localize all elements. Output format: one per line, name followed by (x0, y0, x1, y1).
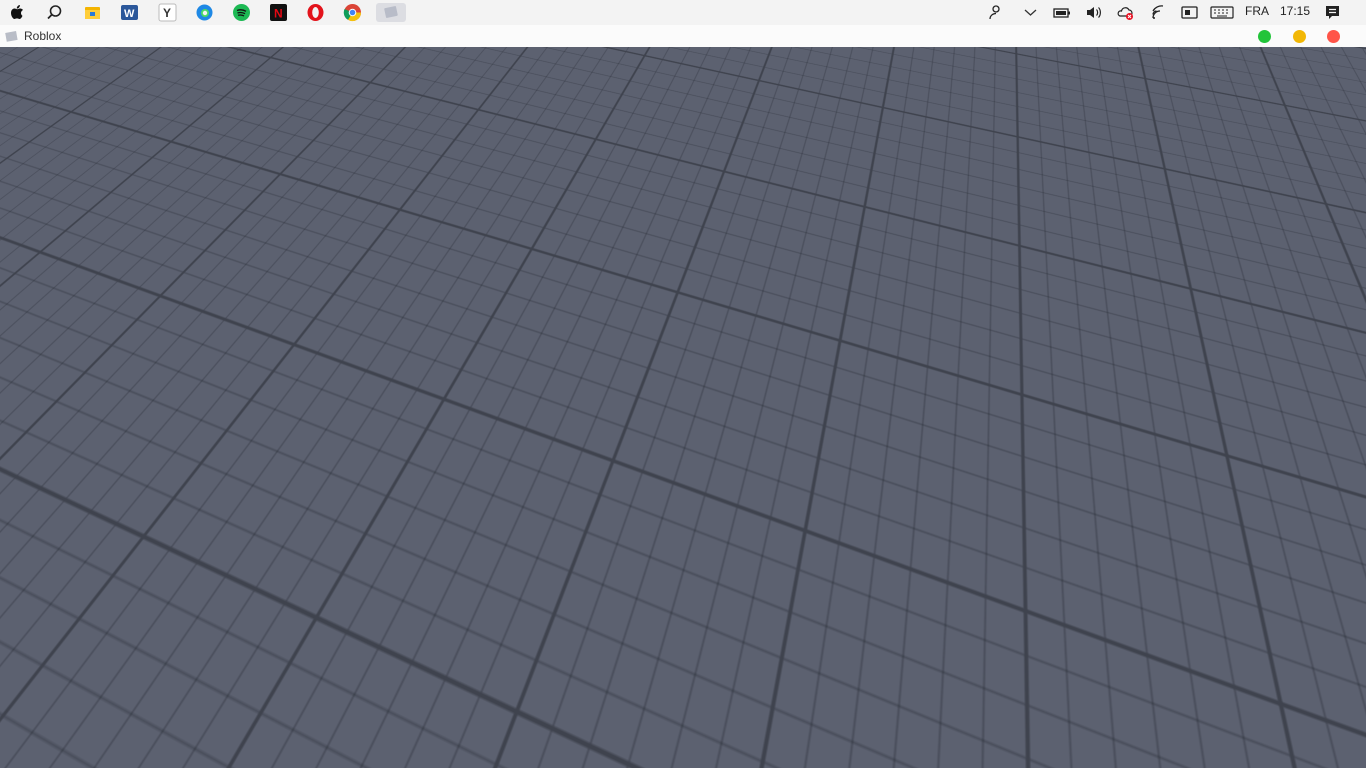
digit-9-button[interactable]: 9 (604, 554, 665, 581)
battery-icon (1052, 3, 1071, 22)
calculator-toggle-button[interactable]: Calculator (0, 80, 270, 142)
calculator-title: Calculator (590, 214, 726, 250)
roblox-taskbar-icon[interactable] (376, 3, 406, 22)
people-icon[interactable] (987, 3, 1006, 22)
negate-button[interactable]: - / + (Neg) (604, 591, 667, 620)
signature-text: Sidney (1151, 665, 1214, 686)
player-list-item[interactable]: zFlesh (1196, 128, 1361, 168)
digit-0-button[interactable]: 0 (454, 591, 515, 618)
player-list: boterflic5 zFlesh (1196, 88, 1361, 175)
hide-ui-button[interactable]: Hide UI (0, 561, 161, 602)
apple-icon[interactable] (8, 3, 27, 22)
result-display: 0.30000000000000004 (500, 328, 818, 363)
clock[interactable]: 17:15 (1280, 4, 1310, 18)
calculator-window: Calculator 0.2+0.1 0.30000000000000004 C… (434, 209, 880, 641)
digit-6-button[interactable]: 6 (604, 513, 665, 540)
yahoo-icon[interactable]: Y (158, 3, 177, 22)
minimize-button[interactable] (1293, 30, 1306, 43)
keyboard-icon[interactable] (1210, 3, 1234, 22)
equals-button[interactable]: = (698, 591, 833, 620)
roblox-small-icon (4, 30, 19, 48)
file-explorer-icon[interactable] (83, 3, 102, 22)
digit-8-button[interactable]: 8 (528, 554, 589, 581)
donate-button[interactable]: Donate? (0, 694, 207, 750)
delete-button[interactable]: Del (528, 433, 589, 460)
delete-screen-button[interactable]: DelScrn (528, 395, 589, 421)
volume-icon[interactable] (1084, 3, 1103, 22)
svg-text:W: W (124, 8, 135, 20)
quill-pen-icon (1202, 603, 1320, 692)
more-options-button[interactable] (1318, 51, 1350, 83)
digit-1-button[interactable]: 1 (454, 473, 515, 500)
search-icon[interactable] (45, 3, 64, 22)
window-title: Roblox (24, 29, 62, 43)
edge-icon[interactable] (195, 3, 214, 22)
digit-4-button[interactable]: 4 (454, 513, 515, 540)
decimal-button[interactable]: . (528, 591, 589, 620)
svg-text:Y: Y (163, 6, 171, 20)
expression-display: 0.2+0.1 (499, 251, 819, 315)
word-icon[interactable]: W (120, 3, 139, 22)
digit-3-button[interactable]: 3 (604, 473, 665, 500)
spotify-icon[interactable] (232, 3, 251, 22)
tablet-mode-icon[interactable] (1180, 3, 1199, 22)
netflix-icon[interactable]: N (269, 3, 288, 22)
multiply-button[interactable]: × (698, 513, 759, 542)
svg-text:N: N (274, 7, 283, 21)
window-titlebar: Roblox (0, 25, 1366, 48)
language-indicator[interactable]: FRA (1245, 4, 1269, 18)
clear-button[interactable]: Clr (454, 435, 515, 462)
digit-5-button[interactable]: 5 (528, 513, 589, 540)
add-button[interactable]: + (698, 554, 759, 583)
maximize-button[interactable] (1258, 30, 1271, 43)
divide-button[interactable]: ÷ (773, 513, 833, 542)
close-button[interactable] (1327, 30, 1340, 43)
digit-2-button[interactable]: 2 (528, 473, 589, 500)
taskbar: W Y N FRA 17:15 (0, 0, 1366, 26)
clear-screen-button[interactable]: ClrScreen (454, 397, 515, 424)
opera-icon[interactable] (306, 3, 325, 22)
notification-icon[interactable] (1323, 3, 1342, 22)
increase-walkspeed-button[interactable]: Increase Walkspeed (0, 630, 161, 670)
signature-panel: Sidney (1138, 596, 1325, 715)
wifi-icon[interactable] (1149, 3, 1168, 22)
chat-button[interactable] (60, 51, 92, 83)
chrome-icon[interactable] (343, 3, 362, 22)
digit-7-button[interactable]: 7 (454, 554, 515, 581)
chevron-up-icon[interactable] (1021, 3, 1040, 22)
subtract-button[interactable]: - (773, 554, 833, 583)
onedrive-error-icon[interactable] (1116, 3, 1135, 22)
player-list-item[interactable]: boterflic5 (1196, 88, 1361, 128)
player-avatar (645, 47, 715, 145)
roblox-menu-button[interactable] (16, 51, 48, 83)
